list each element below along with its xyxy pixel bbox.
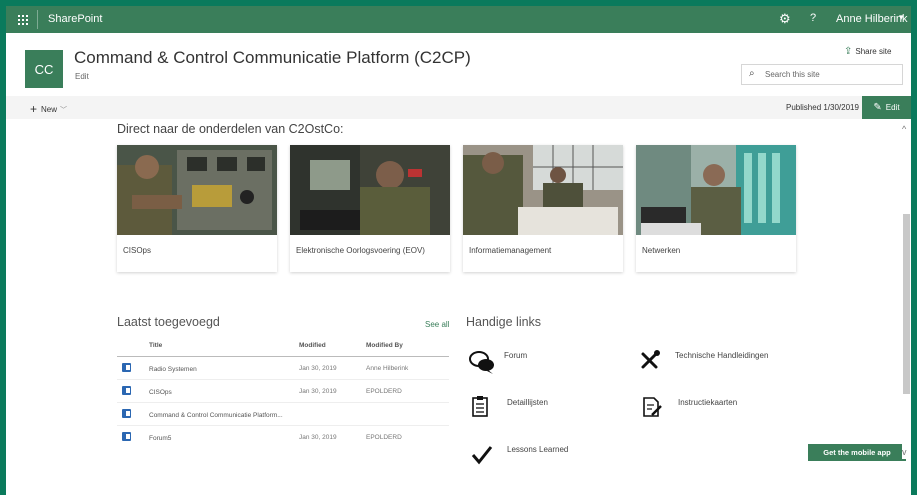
table-row[interactable]: Forum5 Jan 30, 2019 EPOLDERD — [117, 426, 449, 449]
card-label: Informatiemanagement — [469, 246, 552, 255]
header-edit-link[interactable]: Edit — [75, 72, 89, 81]
edit-label: Edit — [885, 103, 900, 112]
chat-bubbles-icon — [468, 349, 494, 375]
get-mobile-app-button[interactable]: Get the mobile app — [808, 444, 906, 461]
user-name[interactable]: Anne Hilberink — [836, 13, 908, 25]
row-modified: Jan 30, 2019 — [299, 434, 337, 441]
section-heading: Direct naar de onderdelen van C2OstCo: — [117, 122, 344, 136]
link-label: Lessons Learned — [507, 445, 569, 454]
share-icon: ⇪ — [844, 46, 853, 57]
card-label: Elektronische Oorlogsvoering (EOV) — [296, 246, 425, 255]
row-title[interactable]: Command & Control Communicatie Platform.… — [149, 412, 283, 419]
tools-icon — [639, 349, 665, 375]
row-modified-by: EPOLDERD — [366, 434, 402, 441]
link-label: Forum — [504, 351, 528, 360]
waffle-icon[interactable] — [12, 10, 34, 29]
card-informatiemanagement[interactable]: Informatiemanagement — [463, 145, 623, 272]
card-label: CISOps — [123, 246, 152, 255]
published-status: Published 1/30/2019 — [786, 103, 859, 112]
app-name[interactable]: SharePoint — [48, 13, 102, 25]
column-header-modified[interactable]: Modified — [299, 342, 326, 349]
column-header-title[interactable]: Title — [149, 342, 162, 349]
search-input[interactable]: ⌕ Search this site — [741, 64, 903, 85]
edit-page-button[interactable]: ✎ Edit — [862, 96, 911, 119]
scrollbar-thumb[interactable] — [903, 214, 910, 394]
link-label: Technische Handleidingen — [675, 351, 769, 360]
file-icon — [122, 409, 131, 420]
card-label: Netwerken — [642, 246, 681, 255]
card-image — [117, 145, 277, 235]
chevron-down-icon[interactable]: v — [902, 447, 907, 457]
checkmark-icon — [471, 443, 497, 469]
search-icon: ⌕ — [749, 68, 755, 79]
chevron-down-icon: ﹀ — [60, 107, 68, 114]
chevron-up-icon[interactable]: ^ — [902, 124, 906, 134]
link-label: Detaillijsten — [507, 398, 548, 407]
table-row[interactable]: Command & Control Communicatie Platform.… — [117, 403, 449, 426]
card-image — [636, 145, 796, 235]
row-modified-by: Anne Hilberink — [366, 365, 409, 372]
document-edit-icon — [642, 396, 668, 422]
help-button[interactable]: ? — [810, 12, 816, 24]
vertical-scrollbar[interactable]: ^ v — [902, 119, 911, 459]
suite-bar: SharePoint ⚙ ? Anne Hilberink ▾ — [6, 6, 911, 33]
card-image — [463, 145, 623, 235]
table-row[interactable]: Radio Systemen Jan 30, 2019 Anne Hilberi… — [117, 357, 449, 380]
row-title[interactable]: Radio Systemen — [149, 366, 197, 373]
pencil-icon: ✎ — [873, 102, 882, 113]
card-netwerken[interactable]: Netwerken — [636, 145, 796, 272]
card-image — [290, 145, 450, 235]
recent-heading: Laatst toegevoegd — [117, 315, 220, 329]
row-modified: Jan 30, 2019 — [299, 365, 337, 372]
file-icon — [122, 386, 131, 397]
checklist-icon — [471, 396, 497, 422]
suite-divider — [37, 10, 38, 29]
card-eov[interactable]: Elektronische Oorlogsvoering (EOV) — [290, 145, 450, 272]
new-label: New — [41, 105, 58, 114]
gear-icon[interactable]: ⚙ — [779, 11, 791, 27]
row-modified-by: EPOLDERD — [366, 388, 402, 395]
site-logo[interactable]: CC — [25, 50, 63, 88]
site-title[interactable]: Command & Control Communicatie Platform … — [74, 48, 471, 68]
command-bar: + New ﹀ Published 1/30/2019 ✎ Edit — [6, 96, 911, 119]
row-title[interactable]: Forum5 — [149, 435, 171, 442]
handy-links-heading: Handige links — [466, 315, 542, 329]
new-button[interactable]: + New ﹀ — [30, 102, 67, 116]
card-cisops[interactable]: CISOps — [117, 145, 277, 272]
file-icon — [122, 363, 131, 374]
see-all-link[interactable]: See all — [425, 320, 449, 329]
sharepoint-page: SharePoint ⚙ ? Anne Hilberink ▾ CC Comma… — [6, 6, 911, 495]
row-title[interactable]: CISOps — [149, 389, 172, 396]
row-modified: Jan 30, 2019 — [299, 388, 337, 395]
column-header-modified-by[interactable]: Modified By — [366, 342, 403, 349]
chevron-down-icon[interactable]: ▾ — [899, 12, 904, 23]
plus-icon: + — [30, 102, 38, 116]
share-label: Share site — [855, 47, 892, 56]
link-label: Instructiekaarten — [678, 398, 738, 407]
search-placeholder: Search this site — [765, 70, 820, 79]
file-icon — [122, 432, 131, 443]
table-row[interactable]: CISOps Jan 30, 2019 EPOLDERD — [117, 380, 449, 403]
share-site-button[interactable]: ⇪ Share site — [844, 46, 891, 57]
